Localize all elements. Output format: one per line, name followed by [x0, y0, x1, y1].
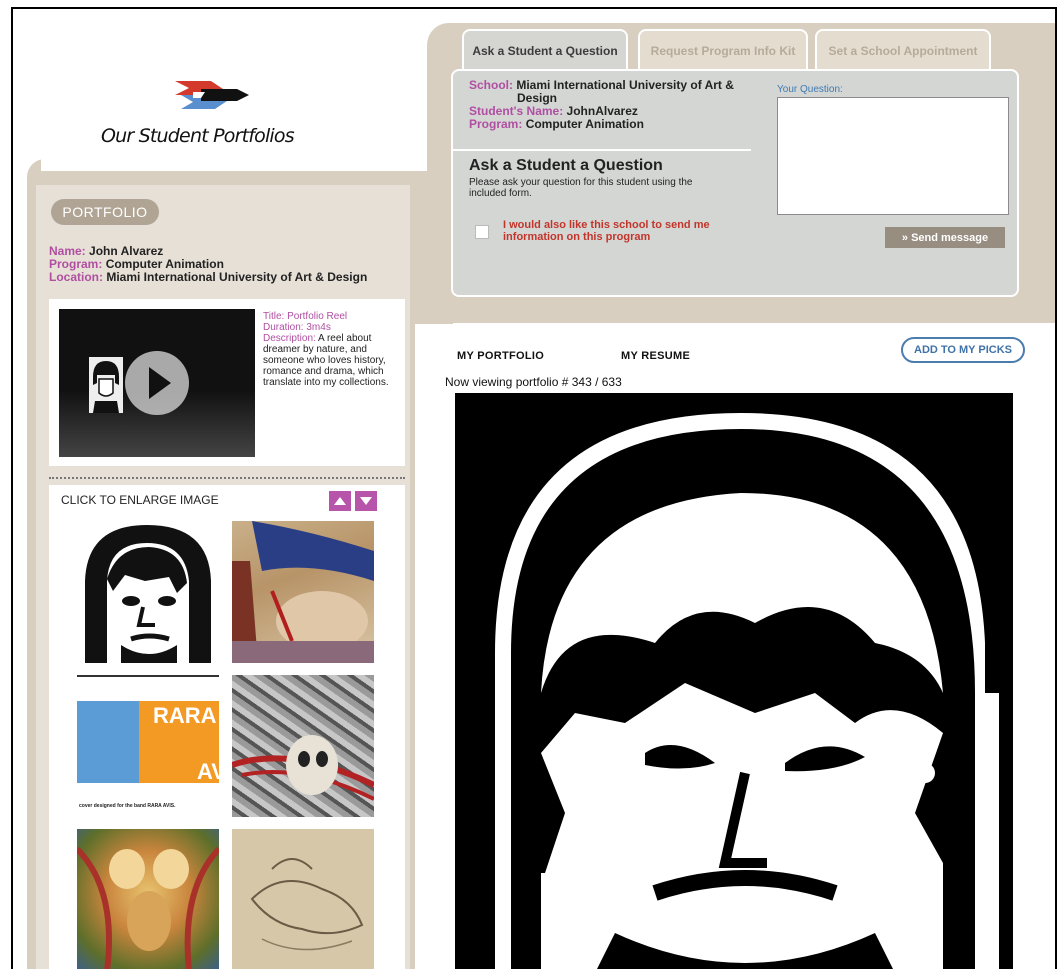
poster-text: RARA [153, 703, 217, 728]
video-card: Title: Portfolio Reel Duration: 3m4s Des… [49, 299, 405, 466]
portfolio-badge: PORTFOLIO [51, 199, 159, 225]
gallery-thumb-5[interactable] [77, 829, 219, 969]
poster-blue-block [77, 701, 139, 783]
tab-my-portfolio[interactable]: MY PORTFOLIO [441, 339, 597, 373]
video-title: Portfolio Reel [287, 311, 348, 322]
gallery-thumb-6[interactable] [232, 829, 374, 969]
tab-request-info[interactable]: Request Program Info Kit [638, 29, 808, 71]
play-button[interactable] [125, 351, 189, 415]
portrait-image [77, 521, 219, 663]
name-label: Name: [49, 244, 86, 258]
scroll-up-button[interactable] [329, 491, 351, 511]
program-label: Program: [49, 257, 103, 271]
large-portfolio-image[interactable] [455, 393, 1013, 969]
video-player[interactable] [59, 309, 255, 457]
location-label: Location: [49, 270, 103, 284]
video-description-label: Description: [263, 333, 316, 344]
program-label: Program: [469, 117, 523, 131]
school-label: School: [469, 78, 513, 92]
your-question-label: Your Question: [777, 84, 843, 95]
arrow-up-icon [334, 497, 346, 505]
add-to-my-picks-button[interactable]: ADD TO MY PICKS [901, 337, 1025, 363]
student-name-label: Student's Name: [469, 104, 564, 118]
info-checkbox[interactable] [475, 225, 489, 239]
page-frame: Our Student Portfolios Ask a Student a Q… [11, 7, 1057, 969]
gallery-thumb-3[interactable]: RARA AV cover designed for the band RARA… [77, 675, 219, 817]
tab-my-resume[interactable]: MY RESUME [605, 339, 727, 373]
poster-caption: cover designed for the band RARA AVIS. [79, 803, 176, 809]
tab-ask-question[interactable]: Ask a Student a Question [462, 29, 628, 71]
send-message-button[interactable]: » Send message [885, 227, 1005, 248]
school-info: School: Miami International University o… [469, 79, 769, 131]
gallery-thumb-2[interactable] [232, 521, 374, 663]
dotted-divider [49, 477, 405, 479]
logo-area: Our Student Portfolios [41, 31, 427, 171]
program-value: Computer Animation [105, 257, 224, 271]
portrait-large-image [455, 393, 1013, 969]
logo-text[interactable]: Our Student Portfolios [101, 125, 295, 147]
school-value: Miami International University of Art & [516, 78, 734, 92]
gallery-panel: CLICK TO ENLARGE IMAGE RARA A cover desi… [49, 485, 405, 969]
scroll-down-button[interactable] [355, 491, 377, 511]
colorful-image [77, 846, 219, 969]
ask-description: Please ask your question for this studen… [469, 177, 693, 199]
click-to-enlarge-label: CLICK TO ENLARGE IMAGE [61, 493, 219, 507]
divider [453, 149, 751, 151]
portrait-thumbnail-icon [89, 357, 123, 413]
location-value: Miami International University of Art & … [106, 270, 368, 284]
biomech-image [232, 735, 374, 801]
sketch-image [250, 858, 364, 951]
student-name-value: JohnAlvarez [566, 104, 638, 118]
arrow-down-icon [360, 497, 372, 505]
painting-image [232, 521, 374, 663]
question-panel: School: Miami International University o… [451, 69, 1019, 297]
portfolio-viewer: Now viewing portfolio # 343 / 633 [441, 373, 1027, 969]
question-input[interactable] [777, 97, 1009, 215]
name-value: John Alvarez [89, 244, 164, 258]
logo-icon [175, 81, 249, 109]
video-title-label: Title: [263, 311, 285, 322]
thumb-border [77, 675, 219, 677]
checkbox-label[interactable]: I would also like this school to send me… [503, 219, 723, 243]
video-duration: 3m4s [306, 322, 331, 333]
video-meta: Title: Portfolio Reel Duration: 3m4s Des… [263, 311, 401, 388]
gallery-thumb-4[interactable] [232, 675, 374, 817]
video-duration-label: Duration: [263, 322, 304, 333]
ask-title: Ask a Student a Question [469, 157, 663, 174]
gallery-thumb-1[interactable] [77, 521, 219, 663]
poster-letter: AV [197, 759, 219, 784]
play-icon [149, 367, 171, 399]
viewing-status: Now viewing portfolio # 343 / 633 [445, 375, 622, 389]
program-value: Computer Animation [525, 117, 644, 131]
student-info: Name: John Alvarez Program: Computer Ani… [49, 245, 367, 284]
tab-set-appointment[interactable]: Set a School Appointment [815, 29, 991, 71]
